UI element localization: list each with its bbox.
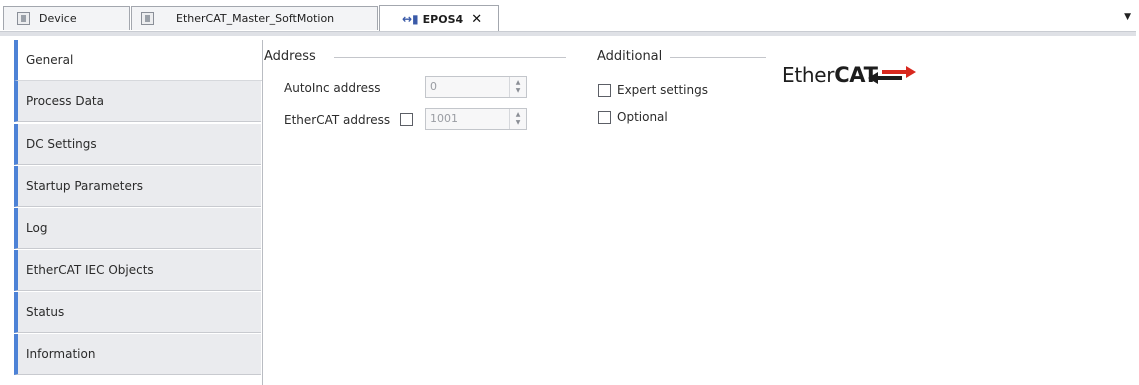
additional-group-title: Additional [597, 49, 671, 64]
sidebar-item-information[interactable]: Information [14, 334, 261, 375]
sidebar-item-label: Information [26, 347, 96, 361]
device-icon [141, 12, 154, 25]
ethercat-arrows-icon [868, 66, 916, 84]
optional-checkbox[interactable] [598, 111, 611, 124]
tab-device-label: Device [39, 12, 77, 25]
sidebar-item-log[interactable]: Log [14, 208, 261, 249]
sidebar-item-label: Status [26, 305, 65, 319]
ethercat-address-spinbox[interactable]: 1001 ▲ ▼ [425, 108, 527, 130]
tab-device[interactable]: Device [3, 6, 130, 30]
sidebar-item-process-data[interactable]: Process Data [14, 81, 261, 122]
optional-label: Optional [617, 110, 668, 124]
ethercat-address-label: EtherCAT address [284, 113, 391, 127]
tab-list-dropdown-icon[interactable]: ▼ [1124, 12, 1131, 22]
tab-epos4[interactable]: ↔▮ EPOS4 ✕ [379, 5, 499, 32]
sidebar-item-label: Log [26, 221, 48, 235]
sidebar-item-label: General [26, 53, 74, 67]
spin-arrows-icon[interactable]: ▲ ▼ [509, 109, 526, 129]
sidebar-item-label: Startup Parameters [26, 179, 144, 193]
tab-ethercat-master[interactable]: EtherCAT_Master_SoftMotion [131, 6, 378, 30]
ethercat-address-value: 1001 [430, 112, 458, 125]
sidebar-item-label: DC Settings [26, 137, 97, 151]
sidebar-item-dc-settings[interactable]: DC Settings [14, 124, 261, 165]
address-group-title: Address [264, 49, 324, 64]
sidebar-item-general[interactable]: General [14, 40, 262, 81]
autoinc-address-label: AutoInc address [284, 81, 381, 95]
sidebar-item-label: Process Data [26, 94, 104, 108]
close-icon[interactable]: ✕ [471, 12, 482, 27]
sidebar-item-startup-parameters[interactable]: Startup Parameters [14, 166, 261, 207]
slave-device-icon: ↔▮ [402, 12, 419, 26]
spin-arrows-icon[interactable]: ▲ ▼ [509, 77, 526, 97]
logo-text-plain: Ether [782, 63, 835, 87]
autoinc-address-spinbox[interactable]: 0 ▲ ▼ [425, 76, 527, 98]
address-group-line [334, 57, 566, 58]
sidebar-item-ethercat-iec-objects[interactable]: EtherCAT IEC Objects [14, 250, 261, 291]
tab-epos4-label: EPOS4 [422, 12, 464, 26]
expert-settings-checkbox[interactable] [598, 84, 611, 97]
expert-settings-label: Expert settings [617, 83, 708, 97]
editor-tab-strip: Device EtherCAT_Master_SoftMotion ↔▮ EPO… [0, 0, 1139, 38]
ethercat-logo: EtherCAT [782, 63, 878, 87]
tabstrip-divider [0, 31, 1136, 36]
sidebar-item-status[interactable]: Status [14, 292, 261, 333]
autoinc-address-value: 0 [430, 80, 437, 93]
tab-ethercat-master-label: EtherCAT_Master_SoftMotion [176, 12, 335, 25]
sidebar-item-label: EtherCAT IEC Objects [26, 263, 154, 277]
ethercat-address-checkbox[interactable] [400, 113, 413, 126]
additional-group-line [662, 57, 766, 58]
settings-sidebar: General Process Data DC Settings Startup… [14, 40, 263, 385]
device-icon [17, 12, 30, 25]
